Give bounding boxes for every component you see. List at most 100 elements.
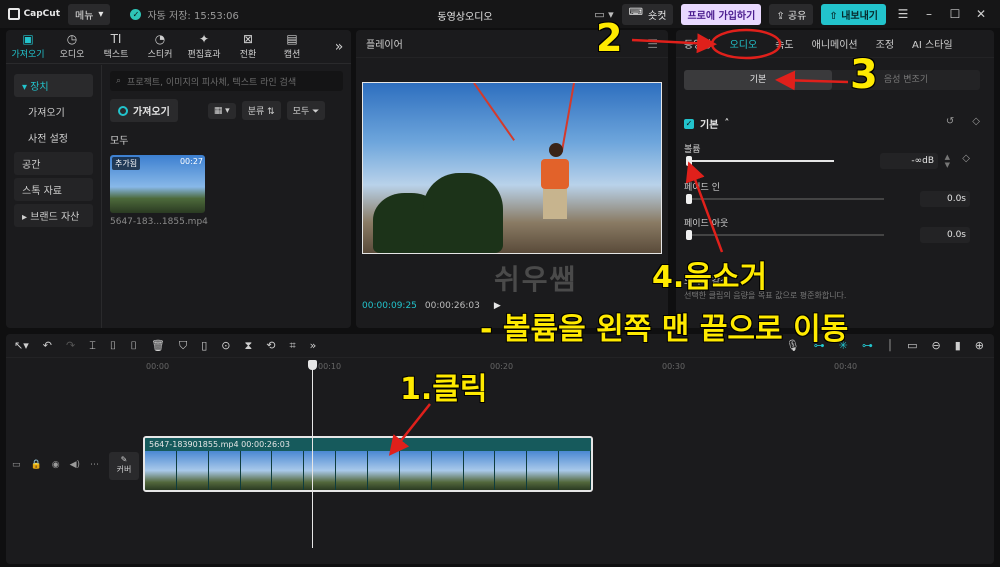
fade-in-slider-knob[interactable] xyxy=(686,194,692,204)
track-controls: ▭ 🔒 ◉ ◀) ⋯ xyxy=(12,460,99,470)
more-icon[interactable]: ⋯ xyxy=(90,460,99,470)
caption-icon: ▤ xyxy=(286,32,298,46)
share-button[interactable]: ⇪ 공유 xyxy=(769,3,814,25)
transition-icon: ⊠ xyxy=(242,32,254,46)
volume-slider-track[interactable] xyxy=(688,160,834,162)
split-right-icon[interactable]: ⌷ xyxy=(130,339,137,353)
child-legs xyxy=(543,189,567,219)
tab-video[interactable]: 동영상 xyxy=(684,36,712,51)
volume-value-input[interactable]: -∞dB xyxy=(880,153,938,169)
shortcut-button[interactable]: ⌨ 숏컷 xyxy=(621,3,674,25)
crop-icon[interactable]: ⌗ xyxy=(289,339,295,353)
keyframe-icon[interactable]: ◇ xyxy=(962,153,970,164)
export-button[interactable]: ⇧ 내보내기 xyxy=(821,3,886,25)
play-range-icon[interactable]: ⊙ xyxy=(221,339,230,352)
fade-out-slider-knob[interactable] xyxy=(686,230,692,240)
reset-icon[interactable]: ↺ xyxy=(946,116,954,127)
fade-out-value-input[interactable]: 0.0s xyxy=(920,227,970,243)
freeze-icon[interactable]: ▯ xyxy=(201,339,207,352)
child-head xyxy=(549,143,563,157)
tab-transition[interactable]: ⊠ 전환 xyxy=(226,30,270,63)
fade-in-value-input[interactable]: 0.0s xyxy=(920,191,970,207)
fade-in-slider-track[interactable] xyxy=(688,198,884,200)
basic-section-title[interactable]: ✓ 기본 ˄ xyxy=(684,116,729,131)
link-icon[interactable]: ⊶ xyxy=(862,339,873,352)
import-button[interactable]: 가져오기 xyxy=(110,99,178,122)
import-label: 가져오기 xyxy=(133,107,170,118)
tab-audio[interactable]: ◷ 오디오 xyxy=(50,30,94,63)
tab-sticker[interactable]: ◔ 스티커 xyxy=(138,30,182,63)
pencil-icon: ✎ xyxy=(120,455,128,464)
panel-menu-icon[interactable]: ☰ xyxy=(647,37,658,51)
tab-effects[interactable]: ✦ 편집효과 xyxy=(182,30,226,63)
tab-ai-style[interactable]: AI 스타일 xyxy=(912,36,953,51)
media-sidebar: ▾ 장치 가져오기 사전 설정 공간 스톡 자료 ▸ 브랜드 자산 xyxy=(6,65,102,328)
filter-button[interactable]: 모두 ⏷ xyxy=(286,101,326,120)
basic-tab[interactable]: 기본 xyxy=(684,70,832,90)
player-panel: 플레이어 ☰ 쉬우쌤 00:00:09:25 00:00:26:03 ▶ xyxy=(356,30,668,328)
tab-text[interactable]: TI 텍스트 xyxy=(94,30,138,63)
maximize-icon[interactable]: ☐ xyxy=(946,7,964,21)
search-input[interactable]: ⌕ 프로젝트, 이미지의 피사체, 텍스트 라인 검색 xyxy=(110,71,343,91)
sidebar-item-stock[interactable]: 스톡 자료 xyxy=(14,178,93,201)
rotate-icon[interactable]: ⟲ xyxy=(266,339,275,352)
tab-animation[interactable]: 애니메이션 xyxy=(812,36,858,51)
delete-icon[interactable]: 🗑 xyxy=(151,339,165,352)
media-thumbnail[interactable]: 추가됨 00:27 xyxy=(110,155,205,213)
cover-button[interactable]: ✎ 커버 xyxy=(109,452,139,480)
tab-speed[interactable]: 속도 xyxy=(775,36,793,51)
tab-caption[interactable]: ▤ 캡션 xyxy=(270,30,314,63)
more-tabs-icon[interactable]: » xyxy=(327,30,351,63)
shortcut-label: 숏컷 xyxy=(648,10,667,22)
keyframe-icon[interactable]: ◇ xyxy=(972,116,980,127)
window-menu-icon[interactable]: ☰ xyxy=(894,7,912,21)
view-toggle-button[interactable]: ▦ ▾ xyxy=(207,102,236,119)
sidebar-item-import[interactable]: 가져오기 xyxy=(14,100,93,123)
playhead-line[interactable] xyxy=(312,360,313,548)
sidebar-item-device[interactable]: ▾ 장치 xyxy=(14,74,93,97)
video-preview[interactable] xyxy=(362,82,662,254)
sort-button[interactable]: 분류 ⇅ xyxy=(241,101,281,120)
sidebar-item-space[interactable]: 공간 xyxy=(14,152,93,175)
checkbox-icon[interactable]: ✓ xyxy=(684,118,694,129)
tab-audio-props[interactable]: 오디오 xyxy=(730,36,758,51)
tab-adjust[interactable]: 조정 xyxy=(876,36,894,51)
split-preview-icon[interactable]: ⏐ xyxy=(887,339,893,353)
annotation-step4: 4.음소거 xyxy=(652,260,768,295)
share-icon: ⇪ xyxy=(776,10,788,22)
more-tools-icon[interactable]: » xyxy=(310,339,317,352)
lock-icon[interactable]: 🔒 xyxy=(31,460,42,470)
timeline-ruler[interactable]: 00:00 00:10 00:20 00:30 00:40 xyxy=(146,360,994,374)
titlebar-actions: ▭ ▾ ⌨ 숏컷 프로에 가입하기 ⇪ 공유 ⇧ 내보내기 ☰ – ☐ ✕ xyxy=(594,0,1000,28)
minimize-icon[interactable]: – xyxy=(920,7,938,21)
video-clip[interactable]: 5647-183901855.mp4 00:00:26:03 xyxy=(143,436,593,492)
playhead-handle[interactable] xyxy=(308,360,317,370)
media-tabs: ▣ 가져오기 ◷ 오디오 TI 텍스트 ◔ 스티커 ✦ 편집효과 ⊠ 전환 ▤ … xyxy=(6,30,351,64)
tab-import[interactable]: ▣ 가져오기 xyxy=(6,30,50,63)
split-icon[interactable]: ⌶ xyxy=(89,339,96,353)
track-type-icon[interactable]: ▭ xyxy=(12,460,21,470)
pro-signup-button[interactable]: 프로에 가입하기 xyxy=(681,3,762,25)
stepper-icon[interactable]: ▲ ▼ xyxy=(945,153,950,169)
split-left-icon[interactable]: ⌷ xyxy=(110,339,117,353)
eye-icon[interactable]: ◉ xyxy=(52,460,60,470)
mirror-icon[interactable]: ⧗ xyxy=(245,339,253,353)
undo-icon[interactable]: ↶ xyxy=(43,339,52,352)
zoom-in-icon[interactable]: ⊕ xyxy=(975,339,984,352)
sidebar-item-brand[interactable]: ▸ 브랜드 자산 xyxy=(14,204,93,227)
zoom-slider[interactable]: ▮ xyxy=(955,339,961,352)
select-pointer-icon[interactable]: ↖▾ xyxy=(14,339,29,352)
menu-button[interactable]: 메뉴 ▾ xyxy=(68,3,111,25)
zoom-out-icon[interactable]: ⊖ xyxy=(932,339,941,352)
preview-icon[interactable]: ▭ xyxy=(907,339,917,352)
fade-out-slider-track[interactable] xyxy=(688,234,884,236)
close-icon[interactable]: ✕ xyxy=(972,7,990,21)
speaker-icon[interactable]: ◀) xyxy=(70,460,80,470)
sidebar-item-presets[interactable]: 사전 설정 xyxy=(14,126,93,149)
marker-icon[interactable]: ⛉ xyxy=(179,339,187,353)
redo-icon[interactable]: ↷ xyxy=(66,339,75,352)
watermark-text: 쉬우쌤 xyxy=(494,263,578,296)
ruler-tick: 00:30 xyxy=(662,362,686,371)
sort-icon: ⇅ xyxy=(264,107,275,117)
volume-slider-knob[interactable] xyxy=(686,156,692,166)
